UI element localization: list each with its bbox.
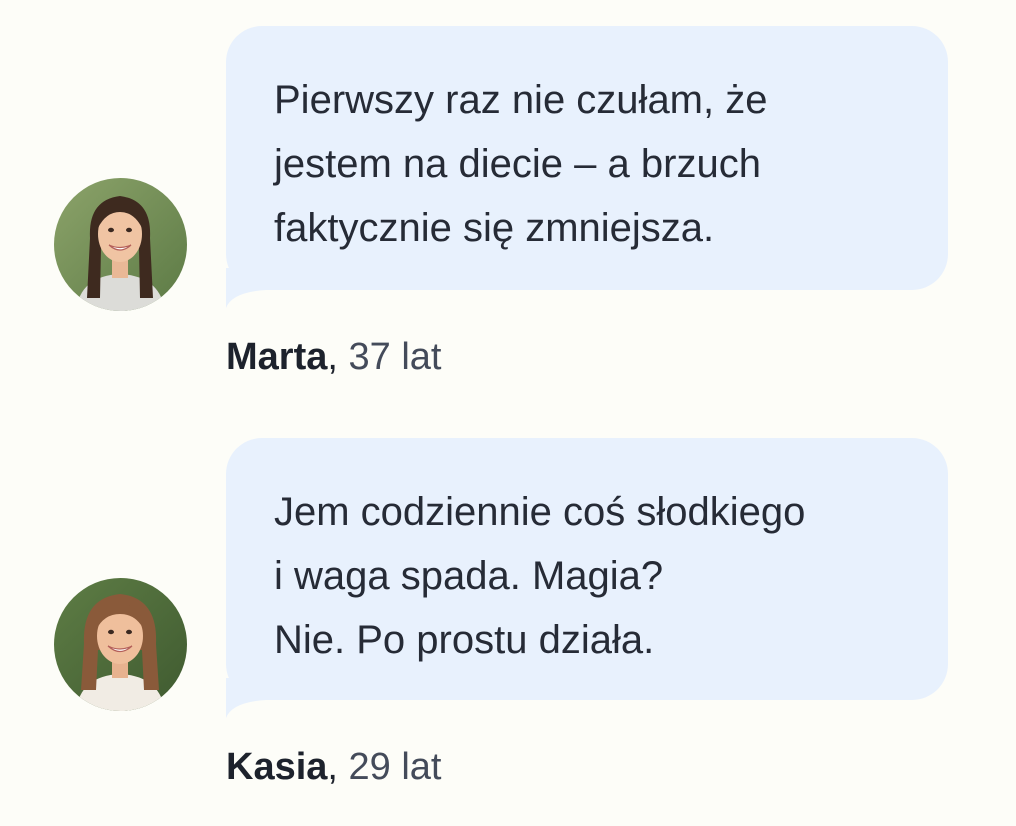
author-separator: , <box>327 746 338 788</box>
quote-line: jestem na diecie – a brzuch <box>274 142 761 186</box>
author-name: Kasia <box>226 746 328 788</box>
bubble-tail <box>226 268 266 308</box>
quote-line: Nie. Po prostu działa. <box>274 618 655 662</box>
bubble-tail <box>226 678 266 718</box>
author-caption: Marta, 37 lat <box>226 334 441 380</box>
author-age: 37 lat <box>348 336 442 378</box>
author-separator: , <box>327 336 338 378</box>
woman-portrait-avatar <box>54 178 187 311</box>
quote-line: faktycznie się zmniejsza. <box>274 206 715 250</box>
quote-line: Jem codziennie coś słodkiego <box>274 490 806 534</box>
author-name: Marta <box>226 336 328 378</box>
quote-line: i waga spada. Magia? <box>274 554 664 598</box>
quote-line: Pierwszy raz nie czułam, że <box>274 78 768 122</box>
testimonial-quote: Pierwszy raz nie czułam, że jestem na di… <box>274 68 900 260</box>
chat-bubble: Jem codziennie coś słodkiego i waga spad… <box>226 438 948 700</box>
woman-portrait-avatar <box>54 578 187 711</box>
chat-bubble: Pierwszy raz nie czułam, że jestem na di… <box>226 26 948 290</box>
author-caption: Kasia, 29 lat <box>226 744 442 790</box>
author-age: 29 lat <box>348 746 442 788</box>
testimonial-quote: Jem codziennie coś słodkiego i waga spad… <box>274 480 900 672</box>
